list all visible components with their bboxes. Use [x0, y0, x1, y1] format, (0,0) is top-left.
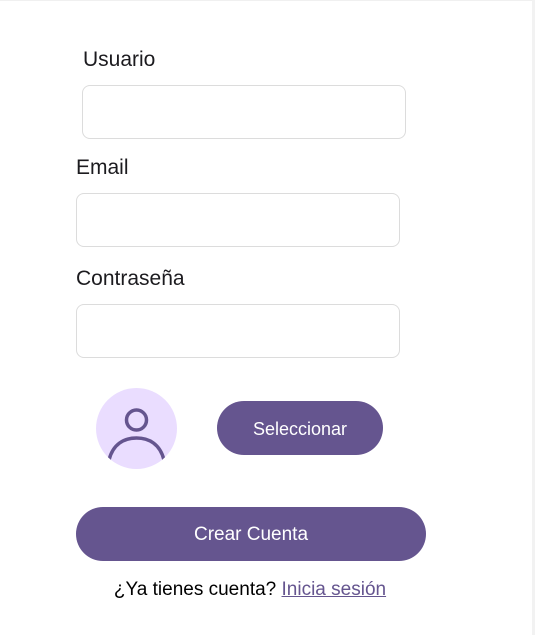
top-divider [0, 0, 535, 1]
person-icon [107, 408, 166, 462]
login-prompt-text: ¿Ya tienes cuenta? [113, 579, 277, 600]
login-prompt: ¿Ya tienes cuenta? Inicia sesión [0, 578, 500, 602]
password-input[interactable] [76, 304, 400, 358]
email-label: Email [76, 156, 129, 179]
login-link[interactable]: Inicia sesión [282, 579, 387, 600]
select-avatar-button[interactable]: Seleccionar [217, 401, 383, 455]
avatar-preview [96, 388, 177, 469]
username-input[interactable] [82, 85, 406, 139]
username-label: Usuario [83, 48, 156, 71]
create-account-button[interactable]: Crear Cuenta [76, 507, 426, 561]
password-label: Contraseña [76, 267, 185, 290]
email-input[interactable] [76, 193, 400, 247]
signup-page: Usuario Email Contraseña Seleccionar Cre… [0, 0, 535, 635]
